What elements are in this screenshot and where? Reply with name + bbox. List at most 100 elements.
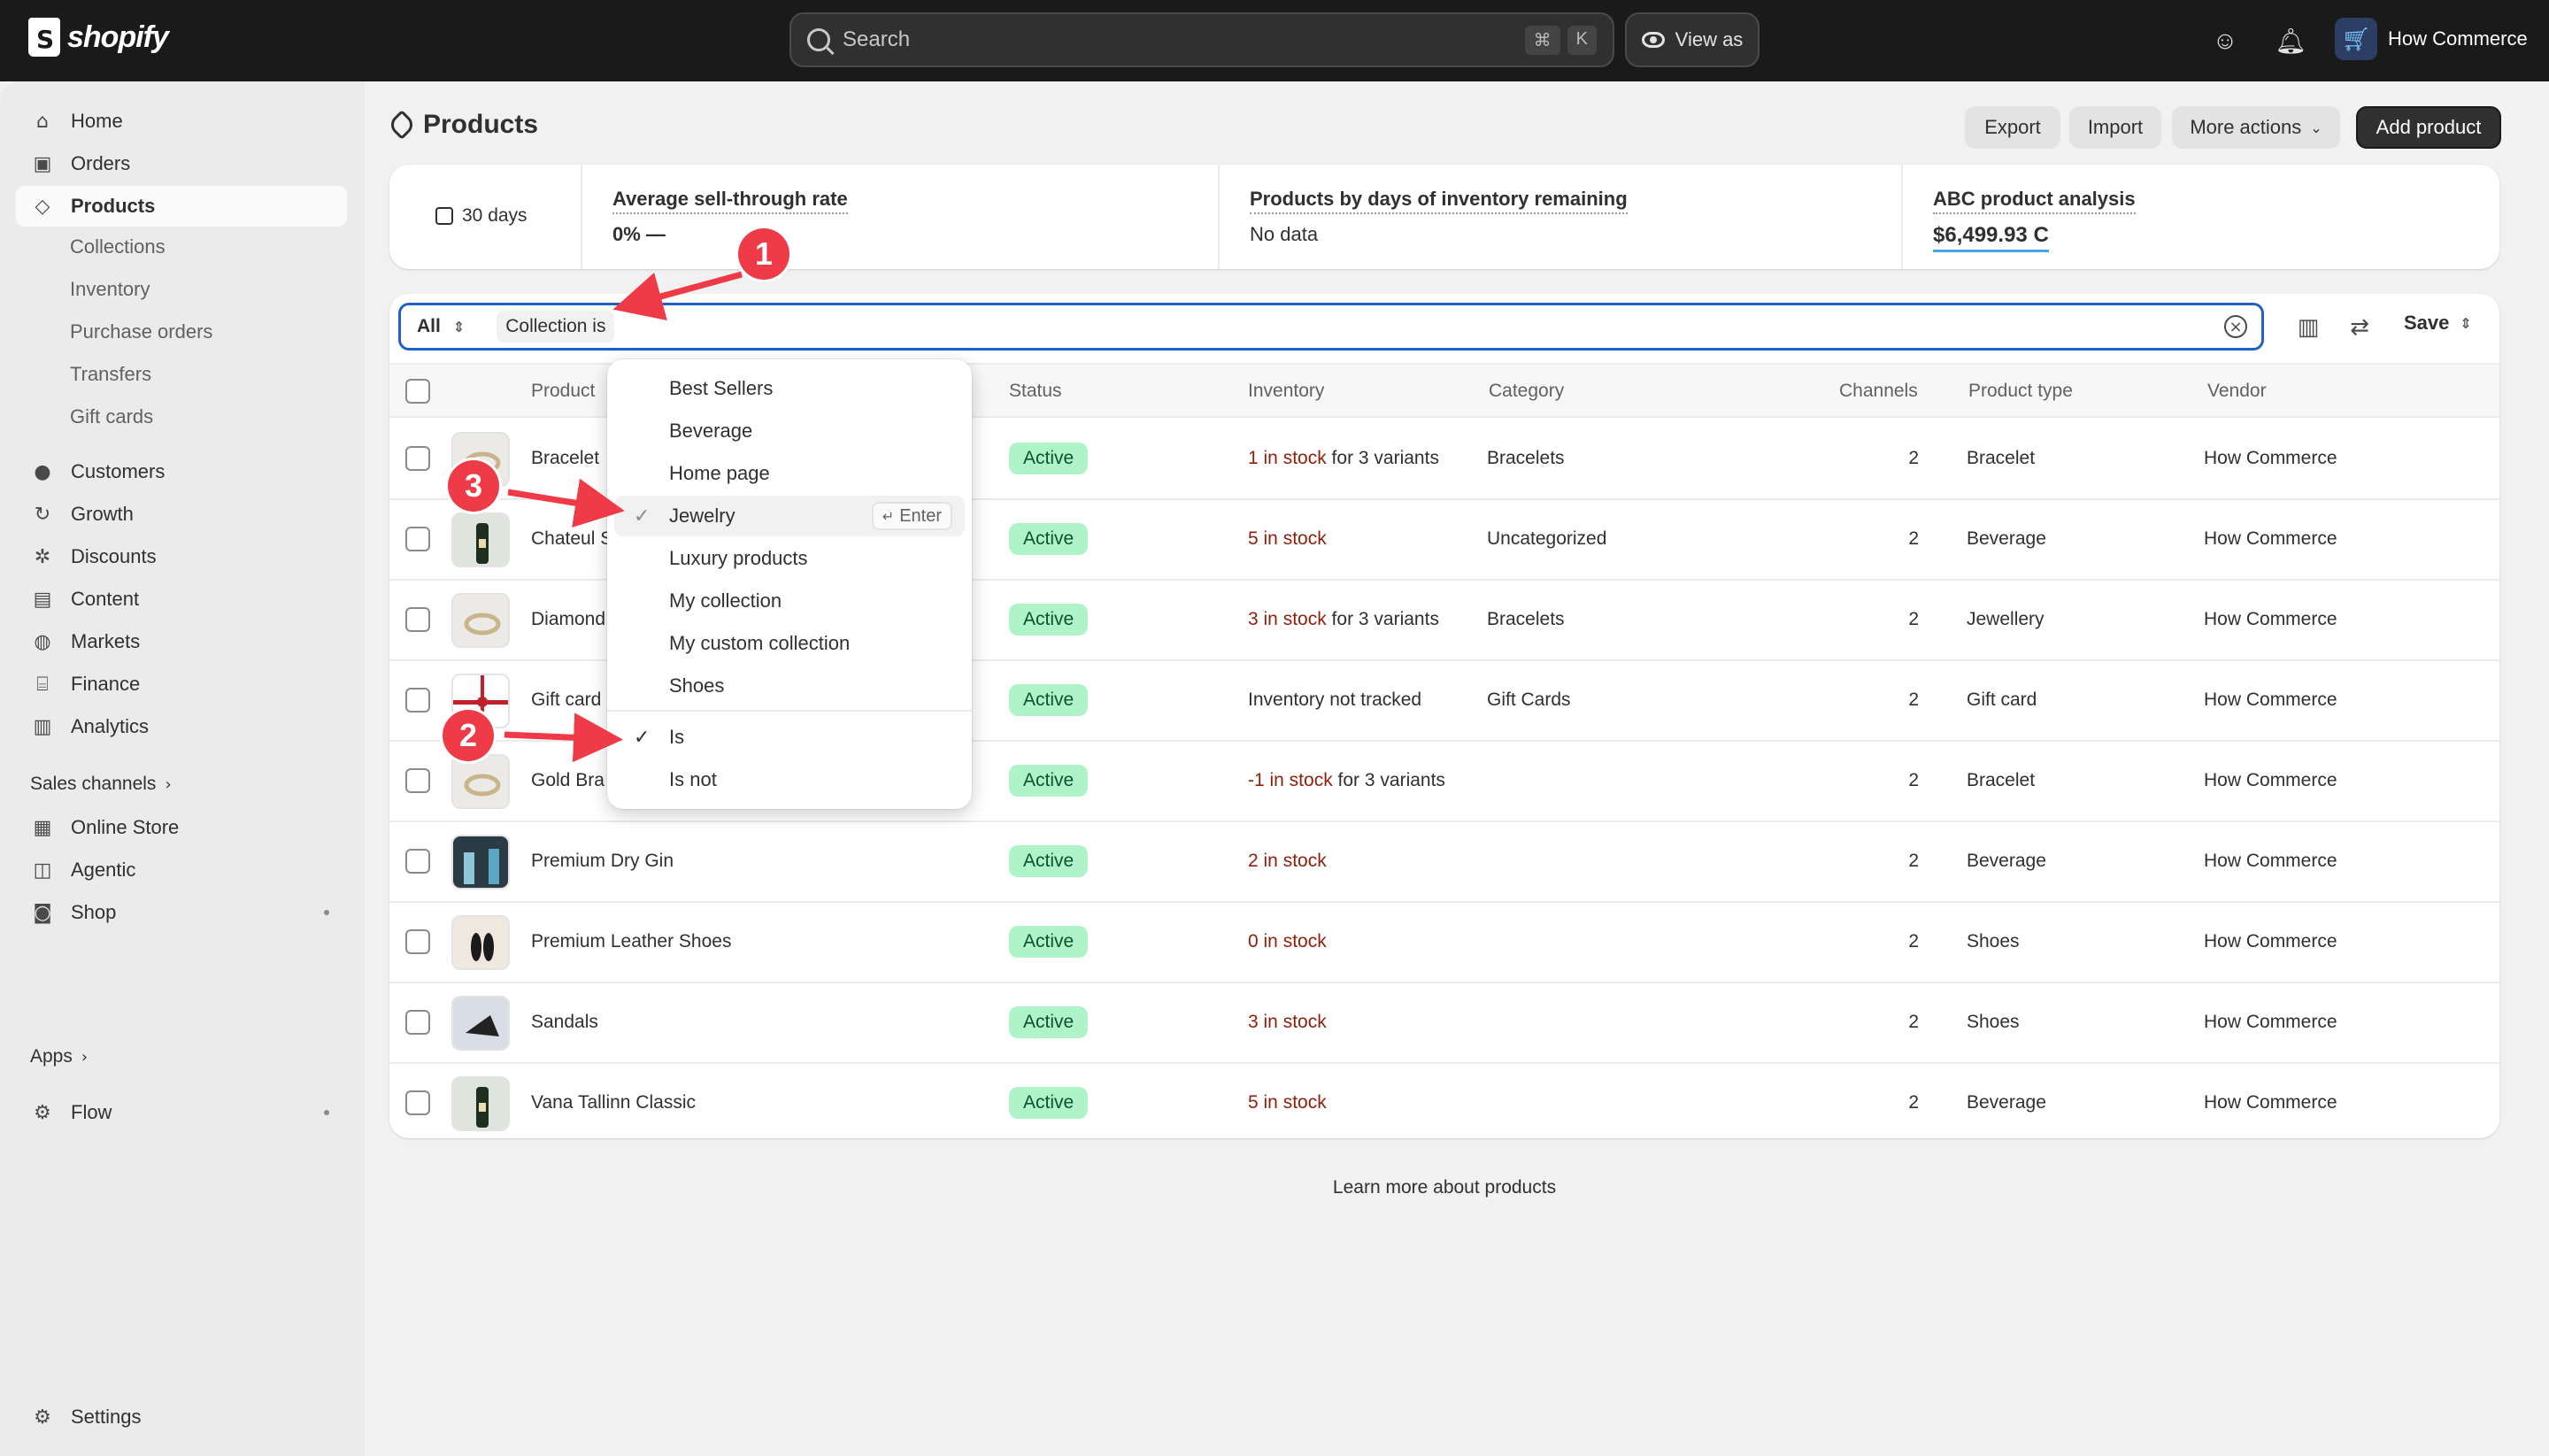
sidebar-item-agentic[interactable]: ◫ Agentic: [16, 850, 347, 890]
product-name[interactable]: Gold Bra: [531, 770, 605, 791]
row-checkbox[interactable]: [405, 1010, 430, 1035]
checkmark-icon: ✓: [634, 505, 651, 528]
product-thumbnail[interactable]: [451, 593, 510, 648]
filter-chip[interactable]: Collection is: [497, 311, 615, 343]
table-row[interactable]: Sandals Active 3 in stock 2 Shoes How Commerc…: [389, 983, 2499, 1064]
search-bar[interactable]: Search ⌘ K: [789, 12, 1614, 67]
export-button[interactable]: Export: [1965, 106, 2060, 149]
sidebar-sub-collections[interactable]: Collections: [70, 235, 166, 258]
collection-option[interactable]: My collection: [614, 581, 965, 621]
stat-label-sell-through[interactable]: Average sell-through rate: [612, 188, 848, 214]
sidebar-item-label: Online Store: [71, 816, 180, 838]
collection-option[interactable]: Home page: [614, 453, 965, 494]
row-checkbox[interactable]: [405, 688, 430, 713]
more-actions-button[interactable]: More actions ⌄: [2172, 106, 2340, 149]
flow-icon: ⚙: [34, 1101, 51, 1124]
table-row[interactable]: Vana Tallinn Classic Active 5 in stock 2 Bev…: [389, 1064, 2499, 1144]
sort-icon[interactable]: ⇄: [2344, 312, 2376, 343]
collection-option[interactable]: Best Sellers: [614, 368, 965, 409]
sidebar-item-home[interactable]: ⌂ Home: [16, 101, 347, 142]
product-thumbnail[interactable]: [451, 1076, 510, 1131]
collection-option[interactable]: Beverage: [614, 411, 965, 451]
column-header-product[interactable]: Product: [531, 381, 595, 402]
select-all-checkbox[interactable]: [405, 379, 430, 404]
columns-icon[interactable]: ▥: [2292, 312, 2324, 343]
sidebar-item-settings[interactable]: ⚙ Settings: [16, 1397, 347, 1437]
sidebar-sub-inventory[interactable]: Inventory: [70, 278, 150, 301]
product-thumbnail[interactable]: [451, 754, 510, 809]
sidebar-item-analytics[interactable]: ▥ Analytics: [16, 706, 347, 747]
operator-option-is-not[interactable]: Is not: [614, 759, 965, 800]
learn-more-link[interactable]: Learn more about products: [0, 1177, 2549, 1198]
product-name[interactable]: Gift card: [531, 689, 601, 711]
row-checkbox[interactable]: [405, 768, 430, 793]
stat-label-abc-analysis[interactable]: ABC product analysis: [1933, 188, 2136, 214]
collection-option[interactable]: My custom collection: [614, 623, 965, 664]
sales-channels-header[interactable]: Sales channels ›: [30, 774, 172, 795]
date-range-picker[interactable]: 30 days: [435, 205, 528, 227]
product-thumbnail[interactable]: [451, 996, 510, 1051]
save-view-button[interactable]: Save ⇕: [2404, 312, 2472, 335]
filter-bar[interactable]: All ⇕ Collection is ×: [398, 303, 2264, 351]
view-as-button[interactable]: View as: [1625, 12, 1760, 67]
inventory-count: 2 in stock: [1248, 851, 1327, 871]
product-name[interactable]: Vana Tallinn Classic: [531, 1092, 696, 1113]
sidebar-item-content[interactable]: ▤ Content: [16, 579, 347, 620]
stat-value-abc-analysis[interactable]: $6,499.93 C: [1933, 223, 2049, 252]
column-header-inventory[interactable]: Inventory: [1248, 381, 1324, 402]
shopify-logo[interactable]: shopify: [28, 18, 169, 57]
product-thumbnail[interactable]: [451, 915, 510, 970]
row-checkbox[interactable]: [405, 929, 430, 954]
channels-cell: 2: [1908, 689, 1919, 710]
sidebar-sub-transfers[interactable]: Transfers: [70, 363, 151, 386]
collection-option[interactable]: ✓ Jewelry ↵ Enter: [614, 496, 965, 536]
column-header-product-type[interactable]: Product type: [1968, 381, 2073, 402]
sidebar-item-discounts[interactable]: ✲ Discounts: [16, 536, 347, 577]
product-name[interactable]: Bracelet: [531, 448, 599, 469]
collection-option[interactable]: Shoes: [614, 666, 965, 706]
product-name[interactable]: Chateul S: [531, 528, 612, 550]
table-row[interactable]: Premium Leather Shoes Active 0 in stock 2 Sh…: [389, 903, 2499, 983]
bell-icon[interactable]: 🔔︎: [2273, 23, 2308, 58]
sidebar-item-markets[interactable]: ◍ Markets: [16, 621, 347, 662]
add-product-button[interactable]: Add product: [2356, 106, 2501, 149]
column-header-channels[interactable]: Channels: [1839, 381, 1918, 402]
row-checkbox[interactable]: [405, 607, 430, 632]
collection-option[interactable]: Luxury products: [614, 538, 965, 579]
stat-label-days-inventory[interactable]: Products by days of inventory remaining: [1250, 188, 1628, 214]
row-checkbox[interactable]: [405, 849, 430, 874]
view-selector[interactable]: All ⇕: [417, 316, 465, 337]
sidebar-item-shop[interactable]: ◙ Shop: [16, 892, 347, 933]
clear-filter-icon[interactable]: ×: [2224, 315, 2247, 338]
import-button[interactable]: Import: [2069, 106, 2161, 149]
return-icon: ↵: [882, 507, 895, 525]
row-checkbox[interactable]: [405, 527, 430, 551]
sidebar-item-finance[interactable]: ⌸ Finance: [16, 664, 347, 705]
sidebar-item-flow[interactable]: ⚙ Flow: [16, 1092, 347, 1133]
row-checkbox[interactable]: [405, 1090, 430, 1115]
product-name[interactable]: Premium Dry Gin: [531, 851, 674, 872]
sidebar-item-customers[interactable]: ● Customers: [16, 451, 347, 492]
column-header-status[interactable]: Status: [1009, 381, 1062, 402]
product-name[interactable]: Sandals: [531, 1012, 598, 1033]
operator-option-is[interactable]: ✓ Is: [614, 717, 965, 758]
sidebar-item-products[interactable]: ◇ Products: [16, 186, 347, 227]
row-checkbox[interactable]: [405, 446, 430, 471]
product-thumbnail[interactable]: [451, 512, 510, 567]
sidebar-sub-gift-cards[interactable]: Gift cards: [70, 405, 153, 428]
store-menu[interactable]: 🛒︎ How Commerce: [2335, 18, 2528, 60]
column-header-category[interactable]: Category: [1489, 381, 1564, 402]
table-row[interactable]: Premium Dry Gin Active 2 in stock 2 Beverage…: [389, 822, 2499, 903]
inbox-icon: ▣: [33, 152, 52, 175]
sidekick-icon[interactable]: ☺: [2207, 23, 2243, 58]
product-name[interactable]: Diamond: [531, 609, 605, 630]
sidebar-sub-purchase-orders[interactable]: Purchase orders: [70, 320, 212, 343]
sidebar-item-orders[interactable]: ▣ Orders: [16, 143, 347, 184]
apps-header[interactable]: Apps ›: [30, 1046, 88, 1067]
tag-icon: ◇: [35, 195, 50, 218]
product-name[interactable]: Premium Leather Shoes: [531, 931, 731, 952]
sidebar-item-online-store[interactable]: ▦ Online Store: [16, 807, 347, 848]
product-thumbnail[interactable]: [451, 835, 510, 890]
column-header-vendor[interactable]: Vendor: [2207, 381, 2267, 402]
sidebar-item-growth[interactable]: ↻ Growth: [16, 494, 347, 535]
